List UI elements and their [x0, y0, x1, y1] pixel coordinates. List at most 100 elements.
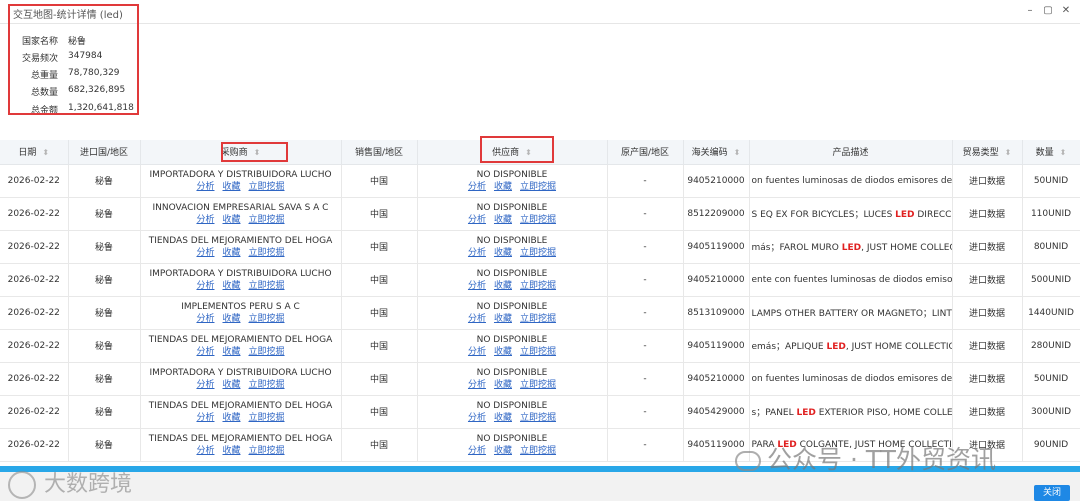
favorite-link[interactable]: 收藏 [222, 182, 240, 192]
close-icon[interactable]: ✕ [1060, 5, 1072, 17]
mine-link[interactable]: 立即挖掘 [520, 182, 556, 192]
analyze-link[interactable]: 分析 [468, 413, 486, 423]
minimize-icon[interactable]: – [1024, 5, 1036, 17]
sort-icon[interactable]: ⬍ [1060, 148, 1067, 157]
favorite-link[interactable]: 收藏 [222, 215, 240, 225]
description-text: emás；APLIQUE [751, 342, 827, 352]
mine-link[interactable]: 立即挖掘 [249, 248, 285, 258]
favorite-link[interactable]: 收藏 [222, 281, 240, 291]
analyze-link[interactable]: 分析 [468, 347, 486, 357]
close-button[interactable]: 关闭 [1034, 485, 1070, 501]
column-header-buyer[interactable]: 采购商 ⬍ [140, 140, 342, 165]
mine-link[interactable]: 立即挖掘 [249, 281, 285, 291]
window-title: 交互地图-统计详情 (led) [13, 10, 123, 21]
cell-description: on fuentes luminosas de diodos emisores … [749, 362, 953, 396]
column-header-hs-code[interactable]: 海关编码 ⬍ [683, 140, 750, 165]
maximize-icon[interactable]: ▢ [1042, 5, 1054, 17]
sort-icon[interactable]: ⬍ [42, 148, 49, 157]
cell-sales-country: 中国 [341, 230, 418, 264]
favorite-link[interactable]: 收藏 [222, 413, 240, 423]
analyze-link[interactable]: 分析 [196, 248, 214, 258]
favorite-link[interactable]: 收藏 [494, 281, 512, 291]
favorite-link[interactable]: 收藏 [494, 314, 512, 324]
table-row[interactable]: 2026-02-22 秘鲁 TIENDAS DEL MEJORAMIENTO DEL… [0, 395, 1080, 429]
favorite-link[interactable]: 收藏 [494, 182, 512, 192]
analyze-link[interactable]: 分析 [468, 446, 486, 456]
mine-link[interactable]: 立即挖掘 [249, 347, 285, 357]
keyword-highlight: LED [895, 210, 915, 220]
mine-link[interactable]: 立即挖掘 [520, 314, 556, 324]
mine-link[interactable]: 立即挖掘 [249, 314, 285, 324]
sort-icon[interactable]: ⬍ [734, 148, 741, 157]
mine-link[interactable]: 立即挖掘 [520, 248, 556, 258]
favorite-link[interactable]: 收藏 [494, 413, 512, 423]
table-row[interactable]: 2026-02-22 秘鲁 TIENDAS DEL MEJORAMIENTO DEL… [0, 329, 1080, 363]
mine-link[interactable]: 立即挖掘 [520, 446, 556, 456]
mine-link[interactable]: 立即挖掘 [520, 347, 556, 357]
analyze-link[interactable]: 分析 [468, 248, 486, 258]
table-row[interactable]: 2026-02-22 秘鲁 TIENDAS DEL MEJORAMIENTO DEL… [0, 230, 1080, 264]
mine-link[interactable]: 立即挖掘 [249, 182, 285, 192]
analyze-link[interactable]: 分析 [468, 281, 486, 291]
column-header-date[interactable]: 日期 ⬍ [0, 140, 69, 165]
sort-icon[interactable]: ⬍ [525, 148, 532, 157]
analyze-link[interactable]: 分析 [196, 281, 214, 291]
sort-icon[interactable]: ⬍ [254, 148, 261, 157]
analyze-link[interactable]: 分析 [196, 380, 214, 390]
mine-link[interactable]: 立即挖掘 [249, 446, 285, 456]
action-links: 分析 收藏 立即挖掘 [141, 281, 341, 291]
mine-link[interactable]: 立即挖掘 [520, 380, 556, 390]
table-row[interactable]: 2026-02-22 秘鲁 IMPLEMENTOS PERU S A C 分析 收藏 立即… [0, 296, 1080, 330]
action-links: 分析 收藏 立即挖掘 [418, 446, 607, 456]
column-header-quantity[interactable]: 数量 ⬍ [1022, 140, 1080, 165]
sort-icon[interactable]: ⬍ [1005, 148, 1012, 157]
favorite-link[interactable]: 收藏 [494, 347, 512, 357]
mine-link[interactable]: 立即挖掘 [520, 281, 556, 291]
analyze-link[interactable]: 分析 [196, 446, 214, 456]
cell-origin-country: - [607, 428, 684, 462]
analyze-link[interactable]: 分析 [468, 182, 486, 192]
summary-panel: 国家名称 秘鲁 交易频次 347984 总重量 78,780,329 总数量 6… [10, 26, 230, 116]
table-row[interactable]: 2026-02-22 秘鲁 IMPORTADORA Y DISTRIBUIDORA … [0, 164, 1080, 198]
summary-label: 国家名称 [21, 37, 58, 47]
table-row[interactable]: 2026-02-22 秘鲁 IMPORTADORA Y DISTRIBUIDORA … [0, 362, 1080, 396]
mine-link[interactable]: 立即挖掘 [520, 413, 556, 423]
description-text: LAMPS OTHER BATTERY OR MAGNETO；LINTE [751, 309, 952, 319]
cell-hs-code: 9405210000 [683, 263, 750, 297]
action-links: 分析 收藏 立即挖掘 [418, 215, 607, 225]
results-table-container[interactable]: 日期 ⬍ 进口国/地区 采购商 ⬍ 销售国/地区 供应商 ⬍ 原产国/地区 海关编码 ⬍… [0, 140, 1080, 468]
cell-buyer: IMPORTADORA Y DISTRIBUIDORA LUCHO 分析 收藏 立即挖… [140, 164, 342, 198]
analyze-link[interactable]: 分析 [196, 347, 214, 357]
mine-link[interactable]: 立即挖掘 [520, 215, 556, 225]
column-header-trade-type[interactable]: 贸易类型 ⬍ [952, 140, 1023, 165]
analyze-link[interactable]: 分析 [196, 314, 214, 324]
description-text: on fuentes luminosas de diodos emisores … [751, 373, 952, 384]
analyze-link[interactable]: 分析 [196, 215, 214, 225]
analyze-link[interactable]: 分析 [468, 215, 486, 225]
analyze-link[interactable]: 分析 [196, 413, 214, 423]
cell-hs-code: 9405119000 [683, 329, 750, 363]
mine-link[interactable]: 立即挖掘 [249, 413, 285, 423]
action-links: 分析 收藏 立即挖掘 [141, 413, 341, 423]
favorite-link[interactable]: 收藏 [494, 446, 512, 456]
favorite-link[interactable]: 收藏 [494, 215, 512, 225]
analyze-link[interactable]: 分析 [468, 314, 486, 324]
favorite-link[interactable]: 收藏 [222, 248, 240, 258]
favorite-link[interactable]: 收藏 [222, 347, 240, 357]
column-header-supplier[interactable]: 供应商 ⬍ [417, 140, 608, 165]
mine-link[interactable]: 立即挖掘 [249, 380, 285, 390]
favorite-link[interactable]: 收藏 [222, 380, 240, 390]
mine-link[interactable]: 立即挖掘 [249, 215, 285, 225]
analyze-link[interactable]: 分析 [468, 380, 486, 390]
cell-quantity: 50UNID [1022, 164, 1080, 198]
favorite-link[interactable]: 收藏 [222, 446, 240, 456]
table-row[interactable]: 2026-02-22 秘鲁 IMPORTADORA Y DISTRIBUIDORA … [0, 263, 1080, 297]
cell-buyer-name: TIENDAS DEL MEJORAMIENTO DEL HOGA [148, 334, 333, 345]
favorite-link[interactable]: 收藏 [494, 248, 512, 258]
favorite-link[interactable]: 收藏 [494, 380, 512, 390]
analyze-link[interactable]: 分析 [196, 182, 214, 192]
cell-hs-code: 8512209000 [683, 197, 750, 231]
table-row[interactable]: 2026-02-22 秘鲁 INNOVACION EMPRESARIAL SAVA … [0, 197, 1080, 231]
favorite-link[interactable]: 收藏 [222, 314, 240, 324]
cell-buyer-name: TIENDAS DEL MEJORAMIENTO DEL HOGA [148, 400, 333, 411]
